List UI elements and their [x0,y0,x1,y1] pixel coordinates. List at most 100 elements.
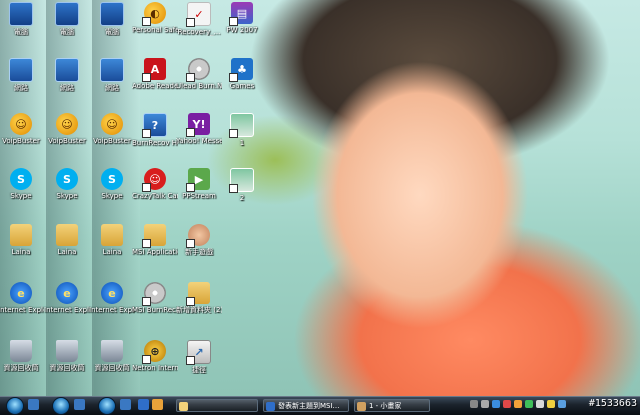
tray-icon[interactable] [558,400,566,408]
desktop-icon[interactable]: 電腦 [89,2,135,36]
tray-icon[interactable] [547,400,555,408]
desktop-icon[interactable]: 網路 [0,58,44,92]
desktop-icon[interactable]: e Internet Explorer [89,282,135,314]
desktop-icon[interactable]: MSI BurnRecov... [132,282,178,314]
skype-icon: S [101,168,123,190]
desktop-icon-label: 新手遊戲 [185,248,213,256]
desktop-icon[interactable]: ▶ PPStream [176,168,222,200]
desktop-icon[interactable]: 網路 [89,58,135,92]
show-desktop-icon[interactable] [120,399,131,410]
desktop-icon[interactable]: S Skype [44,168,90,200]
desktop-icon[interactable]: e Internet Explorer [44,282,90,314]
desktop-icon-label: Internet Explorer [44,306,90,314]
desktop-icon[interactable]: e Internet Explorer [0,282,44,314]
start-button-echo-2[interactable] [98,397,116,415]
desktop-icon-label: 捷徑 [192,366,206,374]
desktop-icon-label: VoipBuster [2,137,40,145]
desktop-icon[interactable]: 網路 [44,58,90,92]
desktop-icon[interactable]: ♣ Games [219,58,265,90]
desktop-icon[interactable]: ↗ 捷徑 [176,340,222,374]
desktop-icon-label: Laina [57,248,77,256]
yahoo-messenger-icon: Y! [186,113,210,137]
shortcut-icon: ↗ [186,340,211,365]
desktop-icon-label: 網路 [105,84,119,92]
desktop-icon[interactable]: 電腦 [44,2,90,36]
desktop-icon-label: Laina [102,248,122,256]
desktop-icon[interactable]: ⊕Netron Intern... [132,340,178,372]
folder-icon [10,224,32,246]
internet-explorer-quicklaunch-icon[interactable] [138,399,149,410]
desktop-icon[interactable]: ◐ Personal Safe [132,2,178,34]
taskbar-window-paint[interactable]: 1 - 小畫家 [354,399,430,412]
desktop-icon[interactable]: ☺ VoipBuster [89,113,135,145]
desktop-icon[interactable]: ☺CrazyTalk Cam Suite [132,168,178,200]
tray-icon[interactable] [503,400,511,408]
desktop-icon[interactable]: Laina [44,224,90,256]
crazytalk-icon: ☺ [142,168,166,192]
desktop-icon[interactable]: ☺ VoipBuster [44,113,90,145]
help-icon: ? [142,113,167,138]
internet-explorer-icon: e [10,282,32,304]
desktop-icon[interactable]: 資源回收筒 [0,340,44,372]
ppstream-icon: ▶ [186,168,210,192]
folder-icon [186,282,210,306]
desktop-icon[interactable]: 1 [219,113,265,147]
desktop-icon-label: BurnRecov Help [132,139,178,147]
desktop-icon[interactable]: S Skype [0,168,44,200]
tray-icon[interactable] [481,400,489,408]
desktop-icon-label: Skype [56,192,78,200]
burn-disc-icon [186,58,210,82]
desktop-icon-label: MSI BurnRecov... [132,306,178,314]
computer-icon [100,2,124,26]
show-desktop-icon[interactable] [74,399,85,410]
safe-icon: ◐ [142,2,166,26]
desktop-icon[interactable]: AAdobe Reader 8 [132,58,178,90]
start-button-echo-1[interactable] [52,397,70,415]
desktop-icon-label: VoipBuster [93,137,131,145]
network-icon [55,58,79,82]
desktop-icon[interactable]: 資源回收筒 [44,340,90,372]
voipbuster-icon: ☺ [101,113,123,135]
taskbar-window-folder[interactable] [176,399,258,412]
desktop-icon[interactable]: 新增資料夾 (2) [176,282,222,314]
desktop-icon[interactable]: Laina [0,224,44,256]
desktop-icon[interactable]: 2 [219,168,265,202]
desktop-icon-label: 1 [239,139,245,147]
adobe-reader-icon: A [142,58,166,82]
desktop-icon[interactable]: S Skype [89,168,135,200]
desktop-icon[interactable]: Ulead Burn.Now [176,58,222,90]
tray-icon[interactable] [470,400,478,408]
folder-icon [101,224,123,246]
desktop-icon[interactable]: MSI Application [132,224,178,256]
start-button[interactable] [6,397,24,415]
desktop-icon[interactable]: ✓ Recovery_... [176,2,222,36]
desktop-icon[interactable]: 電腦 [0,2,44,36]
desktop-icon-label: 電腦 [14,28,28,36]
desktop-icon[interactable]: ▤ PW 2007 [219,2,265,34]
desktop-icon-label: Netron Intern... [132,364,178,372]
desktop-icon[interactable]: ?BurnRecov Help [132,113,178,147]
document-icon: ✓ [186,2,211,27]
desktop-icon-label: Personal Safe [132,26,178,34]
desktop-icon-label: PW 2007 [226,26,258,34]
netron-icon: ⊕ [142,340,166,364]
show-desktop-icon[interactable] [28,399,39,410]
tray-icon[interactable] [525,400,533,408]
tray-icon[interactable] [514,400,522,408]
desktop-icon[interactable]: Y!Yahoo! Messenger [176,113,222,145]
desktop-icon[interactable]: 新手遊戲 [176,224,222,256]
desktop-icon[interactable]: Laina [89,224,135,256]
desktop-icon-label: Recovery_... [177,28,221,36]
taskbar-window-ie[interactable]: 發表新主題到MSI… [263,399,349,412]
voipbuster-icon: ☺ [10,113,32,135]
tray-icon[interactable] [492,400,500,408]
tray-icon[interactable] [536,400,544,408]
desktop-icon[interactable]: 資源回收筒 [89,340,135,372]
folder-icon [179,402,188,411]
desktop-icon-label: VoipBuster [48,137,86,145]
media-quicklaunch-icon[interactable] [152,399,163,410]
skype-icon: S [56,168,78,190]
voipbuster-icon: ☺ [56,113,78,135]
desktop-icon[interactable]: ☺ VoipBuster [0,113,44,145]
watermark: #1533663 [588,398,637,409]
